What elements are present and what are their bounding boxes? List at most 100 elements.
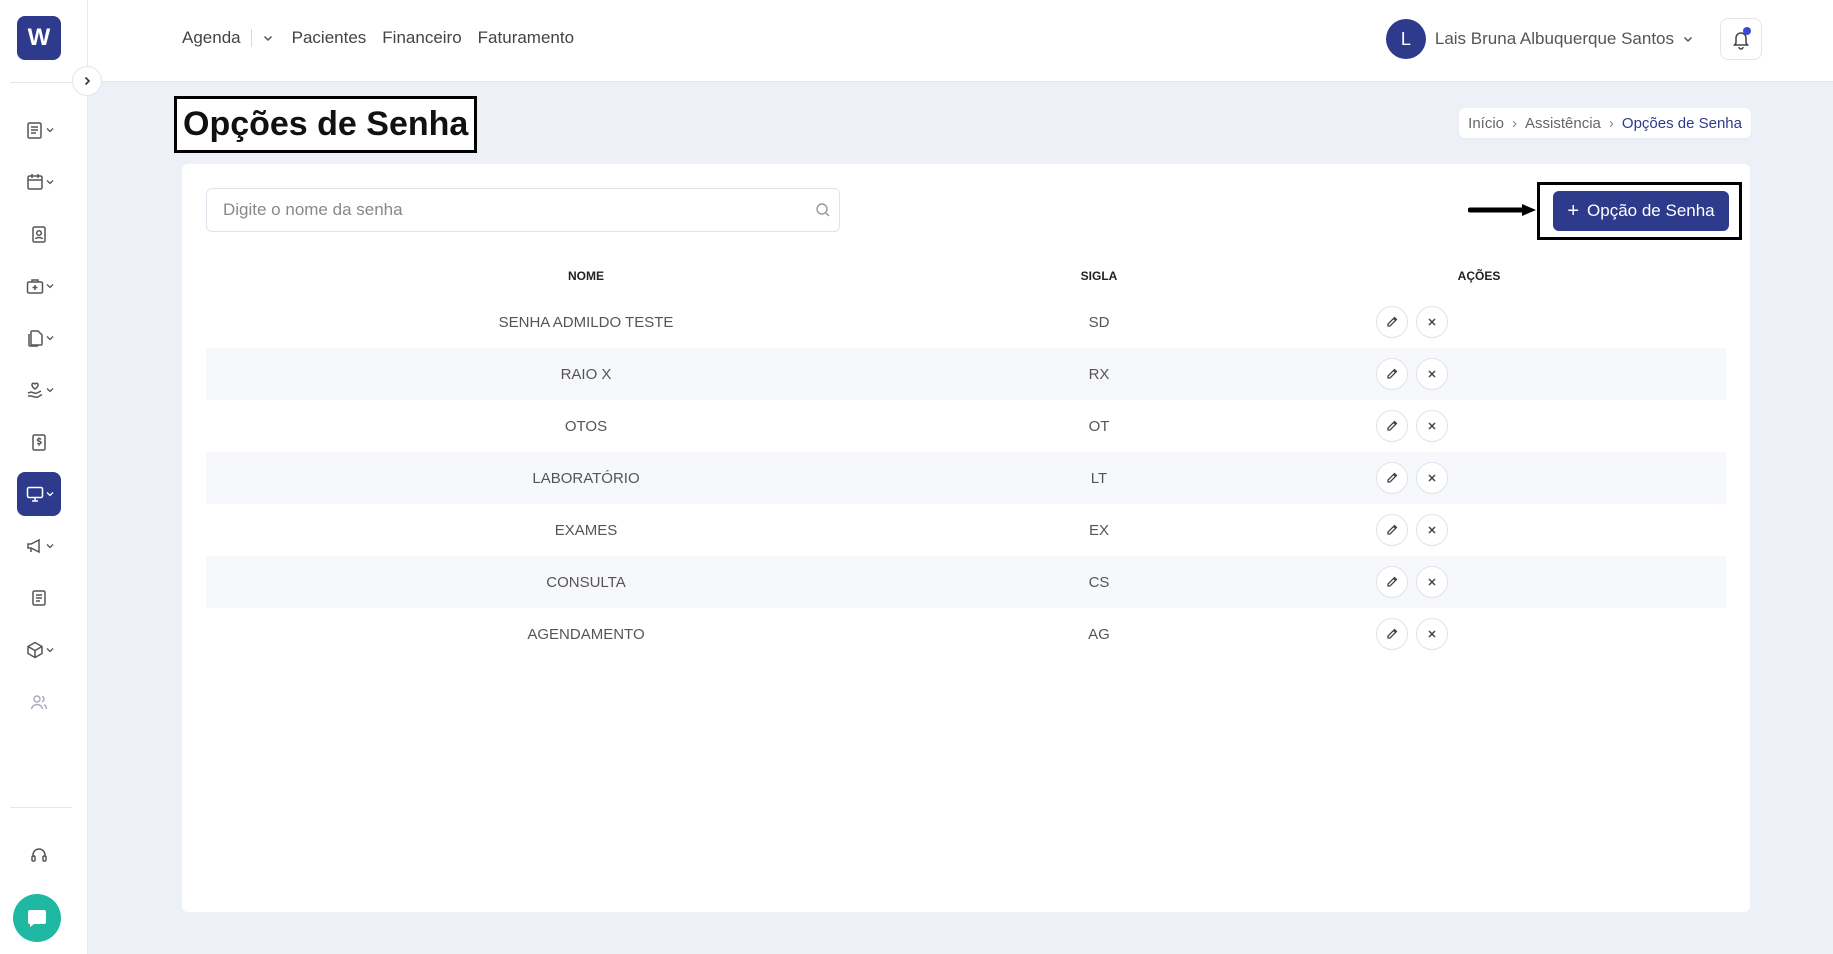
sidebar-item-users[interactable] xyxy=(17,680,61,724)
cell-nome: SENHA ADMILDO TESTE xyxy=(498,313,674,331)
nav-financeiro[interactable]: Financeiro xyxy=(382,28,461,48)
table-row: OTOS OT xyxy=(206,400,1726,452)
chevron-down-icon xyxy=(46,284,53,289)
add-password-option-button[interactable]: + Opção de Senha xyxy=(1553,191,1729,231)
sidebar-divider xyxy=(10,807,72,808)
avatar[interactable]: L xyxy=(1385,19,1426,59)
cell-acoes xyxy=(1232,348,1726,400)
edit-button[interactable] xyxy=(1376,410,1408,442)
headset-icon xyxy=(31,848,47,862)
cell-nome: LABORATÓRIO xyxy=(206,452,966,504)
pencil-icon xyxy=(1387,472,1398,483)
sidebar-item-news[interactable] xyxy=(17,576,61,620)
chevron-down-icon[interactable] xyxy=(262,32,274,44)
dollar-doc-icon xyxy=(32,434,46,451)
table-row: EXAMES EX xyxy=(206,504,1726,556)
delete-button[interactable] xyxy=(1416,566,1448,598)
cell-acoes xyxy=(1232,504,1726,556)
nav-agenda[interactable]: Agenda xyxy=(182,28,241,48)
cell-nome: RAIO X xyxy=(206,348,966,400)
nav-separator xyxy=(250,29,252,47)
close-icon xyxy=(1428,422,1436,430)
monitor-icon xyxy=(26,486,43,502)
id-badge-icon xyxy=(32,226,46,243)
sidebar-item-reports[interactable] xyxy=(17,108,61,152)
sidebar-item-assistance[interactable] xyxy=(17,472,61,516)
chat-button[interactable] xyxy=(13,894,61,942)
sidebar-item-calendar[interactable] xyxy=(17,160,61,204)
sidebar-item-documents[interactable] xyxy=(17,316,61,360)
sidebar: W xyxy=(0,0,88,954)
nav-pacientes[interactable]: Pacientes xyxy=(292,28,367,48)
notifications-button[interactable] xyxy=(1720,18,1762,60)
cell-nome: AGENDAMENTO xyxy=(527,625,645,643)
cell-nome: OTOS xyxy=(564,417,608,435)
edit-button[interactable] xyxy=(1376,618,1408,650)
column-header-sigla[interactable]: SIGLA xyxy=(966,256,1232,296)
user-menu: L Lais Bruna Albuquerque Santos xyxy=(1385,18,1833,60)
chevron-down-icon xyxy=(46,180,53,185)
notification-dot xyxy=(1743,27,1751,35)
row-actions xyxy=(1098,410,1726,442)
megaphone-icon xyxy=(26,538,40,554)
sidebar-item-support[interactable] xyxy=(17,833,61,877)
delete-button[interactable] xyxy=(1416,306,1448,338)
sidebar-item-inventory[interactable] xyxy=(17,628,61,672)
table-row: CONSULTA CS xyxy=(206,556,1726,608)
delete-button[interactable] xyxy=(1416,514,1448,546)
box-icon xyxy=(26,641,43,659)
edit-button[interactable] xyxy=(1376,358,1408,390)
chevron-down-icon xyxy=(46,388,53,393)
cell-nome: CONSULTA xyxy=(206,556,966,608)
breadcrumb: Início › Assistência › Opções de Senha xyxy=(1459,108,1751,138)
column-header-nome[interactable]: NOME xyxy=(206,256,966,296)
edit-button[interactable] xyxy=(1376,566,1408,598)
search-box xyxy=(206,188,840,232)
edit-button[interactable] xyxy=(1376,306,1408,338)
sidebar-divider xyxy=(10,82,72,83)
nav-faturamento[interactable]: Faturamento xyxy=(478,28,574,48)
user-name[interactable]: Lais Bruna Albuquerque Santos xyxy=(1435,29,1674,49)
main-nav: Agenda Pacientes Financeiro Faturamento xyxy=(182,28,590,48)
delete-button[interactable] xyxy=(1416,462,1448,494)
sidebar-item-marketing[interactable] xyxy=(17,524,61,568)
breadcrumb-inicio[interactable]: Início xyxy=(1468,115,1504,132)
edit-button[interactable] xyxy=(1376,514,1408,546)
cell-acoes xyxy=(1232,608,1726,660)
sidebar-item-care[interactable] xyxy=(17,368,61,412)
delete-button[interactable] xyxy=(1416,618,1448,650)
close-icon xyxy=(1428,474,1436,482)
chevron-down-icon xyxy=(46,128,53,133)
pencil-icon xyxy=(1387,368,1398,379)
chevron-down-icon[interactable] xyxy=(1682,33,1694,45)
breadcrumb-assistencia[interactable]: Assistência xyxy=(1525,115,1601,132)
delete-button[interactable] xyxy=(1416,410,1448,442)
sidebar-item-finance[interactable] xyxy=(17,420,61,464)
add-button-highlight: + Opção de Senha xyxy=(1537,182,1742,240)
chevron-right-icon xyxy=(84,76,91,86)
medical-bag-icon xyxy=(26,279,43,294)
row-actions xyxy=(1098,566,1726,598)
chevron-down-icon xyxy=(46,492,53,497)
documents-icon xyxy=(27,330,43,347)
sidebar-expand-button[interactable] xyxy=(72,66,102,96)
close-icon xyxy=(1428,370,1436,378)
app-logo[interactable]: W xyxy=(17,16,61,60)
calendar-icon xyxy=(26,174,43,190)
arrow-annotation-icon xyxy=(1468,204,1536,216)
hand-heart-icon xyxy=(27,382,42,399)
pencil-icon xyxy=(1387,628,1398,639)
sidebar-item-patients[interactable] xyxy=(17,212,61,256)
edit-button[interactable] xyxy=(1376,462,1408,494)
add-button-label: Opção de Senha xyxy=(1587,201,1715,220)
row-actions xyxy=(1098,306,1726,338)
delete-button[interactable] xyxy=(1416,358,1448,390)
sidebar-item-clinic[interactable] xyxy=(17,264,61,308)
plus-icon: + xyxy=(1567,200,1580,222)
row-actions xyxy=(1098,514,1726,546)
cell-acoes xyxy=(1232,296,1726,348)
chevron-down-icon xyxy=(46,544,53,549)
content-card: + Opção de Senha NOME SIGLA AÇÕES SENHA … xyxy=(182,164,1750,912)
search-input[interactable] xyxy=(223,200,815,220)
top-bar: Agenda Pacientes Financeiro Faturamento … xyxy=(88,0,1833,82)
